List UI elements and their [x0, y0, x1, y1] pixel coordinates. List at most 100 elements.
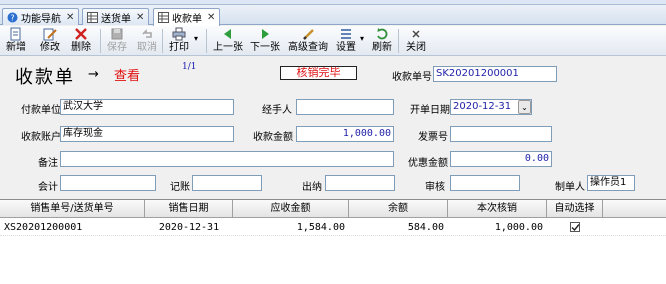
next-label: 下一张 — [250, 42, 280, 53]
cashier-label: 出纳 — [302, 182, 322, 193]
settings-label: 设置 — [336, 42, 356, 53]
delete-label: 删除 — [71, 42, 91, 53]
cashier-field[interactable] — [325, 175, 395, 191]
payer-field[interactable]: 武汉大学 — [60, 99, 234, 115]
doc-no-field[interactable]: SK20201200001 — [433, 66, 557, 82]
delete-button[interactable]: 删除 — [71, 27, 91, 55]
column-header-writeoff[interactable]: 本次核销 — [448, 200, 547, 218]
bookkeeper-field[interactable] — [192, 175, 262, 191]
cell-date: 2020-12-31 — [158, 222, 220, 233]
cell-doc: XS20201200001 — [4, 222, 83, 233]
svg-text:?: ? — [10, 13, 14, 22]
remark-field[interactable] — [60, 151, 394, 167]
printer-icon — [172, 27, 186, 41]
close-icon[interactable]: ✕ — [66, 12, 74, 23]
handler-label: 经手人 — [262, 105, 292, 116]
maker-field[interactable]: 操作员1 — [587, 175, 635, 191]
chevron-down-icon[interactable]: ⌄ — [518, 100, 531, 114]
edit-label: 修改 — [40, 42, 60, 53]
tab-strip: ? 功能导航 ✕ 送货单 ✕ 收款单 ✕ — [0, 6, 666, 26]
cell-writeoff: 1,000.00 — [494, 222, 543, 233]
status-stamp: 核销完毕 — [280, 66, 357, 80]
accountant-field[interactable] — [60, 175, 156, 191]
chevron-down-icon[interactable]: ▾ — [194, 34, 198, 43]
undo-icon — [140, 27, 154, 41]
table-header: 销售单号/送货单号 销售日期 应收金额 余额 本次核销 自动选择 — [0, 200, 666, 218]
prev-button[interactable]: 上一张 — [213, 27, 243, 55]
discount-label: 优惠金额 — [408, 158, 448, 169]
save-button[interactable]: 保存 — [107, 27, 127, 55]
page-title: 收款单 — [15, 67, 75, 88]
amount-field[interactable]: 1,000.00 — [296, 126, 394, 142]
edit-button[interactable]: 修改 — [40, 27, 60, 55]
settings-button[interactable]: 设置 — [336, 27, 356, 55]
auditor-field[interactable] — [450, 175, 520, 191]
save-label: 保存 — [107, 42, 127, 53]
close-icon[interactable]: ✕ — [136, 12, 144, 23]
toolbar-separator — [398, 29, 399, 53]
accountant-label: 会计 — [38, 182, 58, 193]
table-row[interactable]: XS20201200001 2020-12-31 1,584.00 584.00… — [0, 219, 666, 236]
search-pen-icon — [301, 27, 315, 41]
advanced-query-button[interactable]: 高级查询 — [288, 27, 328, 55]
prev-label: 上一张 — [213, 42, 243, 53]
delete-x-icon — [74, 27, 88, 41]
handler-field[interactable] — [296, 99, 394, 115]
column-header-balance[interactable]: 余额 — [349, 200, 448, 218]
refresh-button[interactable]: 刷新 — [372, 27, 392, 55]
toolbar-separator — [206, 29, 207, 53]
toolbar-separator — [100, 29, 101, 53]
close-button[interactable]: 关闭 — [406, 27, 426, 55]
close-icon — [409, 27, 423, 41]
tab-label: 功能导航 — [21, 13, 61, 25]
cell-balance: 584.00 — [407, 222, 444, 233]
settings-list-icon — [339, 27, 353, 41]
chevron-down-icon[interactable]: ▾ — [360, 34, 364, 43]
next-button[interactable]: 下一张 — [250, 27, 280, 55]
maker-label: 制单人 — [555, 182, 585, 193]
bookkeeper-label: 记账 — [170, 182, 190, 193]
tab-label: 收款单 — [172, 14, 202, 25]
remark-label: 备注 — [38, 158, 58, 169]
check-icon — [571, 223, 579, 231]
save-disk-icon — [110, 27, 124, 41]
writeoff-table: 销售单号/送货单号 销售日期 应收金额 余额 本次核销 自动选择 XS20201… — [0, 199, 666, 284]
auto-select-checkbox[interactable] — [570, 222, 580, 232]
menu-bar — [0, 0, 666, 5]
discount-field[interactable]: 0.00 — [450, 151, 552, 167]
tab-function-nav[interactable]: ? 功能导航 ✕ — [2, 8, 80, 25]
close-label: 关闭 — [406, 42, 426, 53]
mode-label: 查看 — [114, 69, 141, 84]
column-header-doc[interactable]: 销售单号/送货单号 — [0, 200, 145, 218]
column-header-date[interactable]: 销售日期 — [145, 200, 233, 218]
cancel-label: 取消 — [137, 42, 157, 53]
new-doc-icon — [9, 27, 23, 41]
auditor-label: 审核 — [425, 182, 445, 193]
arrow-right-icon — [258, 27, 272, 41]
refresh-icon — [375, 27, 389, 41]
cancel-button[interactable]: 取消 — [137, 27, 157, 55]
new-button[interactable]: 新增 — [6, 27, 26, 55]
account-field[interactable]: 库存现金 — [60, 126, 234, 142]
invoice-label: 发票号 — [418, 132, 448, 143]
new-label: 新增 — [6, 42, 26, 53]
doc-no-label: 收款单号 — [392, 72, 432, 83]
invoice-field[interactable] — [450, 126, 552, 142]
date-label: 开单日期 — [410, 105, 450, 116]
tab-delivery[interactable]: 送货单 ✕ — [82, 8, 150, 25]
print-button[interactable]: 打印 — [169, 27, 189, 55]
payer-label: 付款单位 — [21, 105, 61, 116]
column-header-receivable[interactable]: 应收金额 — [233, 200, 349, 218]
arrow-right-icon: → — [88, 67, 99, 82]
toolbar-separator — [162, 29, 163, 53]
help-circle-icon: ? — [7, 12, 18, 23]
amount-label: 收款金额 — [253, 132, 293, 143]
page-indicator: 1/1 — [182, 62, 197, 72]
grid-icon — [87, 11, 98, 23]
tab-receipt[interactable]: 收款单 ✕ — [153, 8, 221, 26]
account-label: 收款账户 — [21, 132, 61, 143]
arrow-left-icon — [221, 27, 235, 41]
receipt-form: 收款单 → 查看 1/1 核销完毕 收款单号 SK20201200001 付款单… — [0, 57, 666, 197]
column-header-auto[interactable]: 自动选择 — [547, 200, 603, 218]
close-icon[interactable]: ✕ — [207, 12, 215, 23]
